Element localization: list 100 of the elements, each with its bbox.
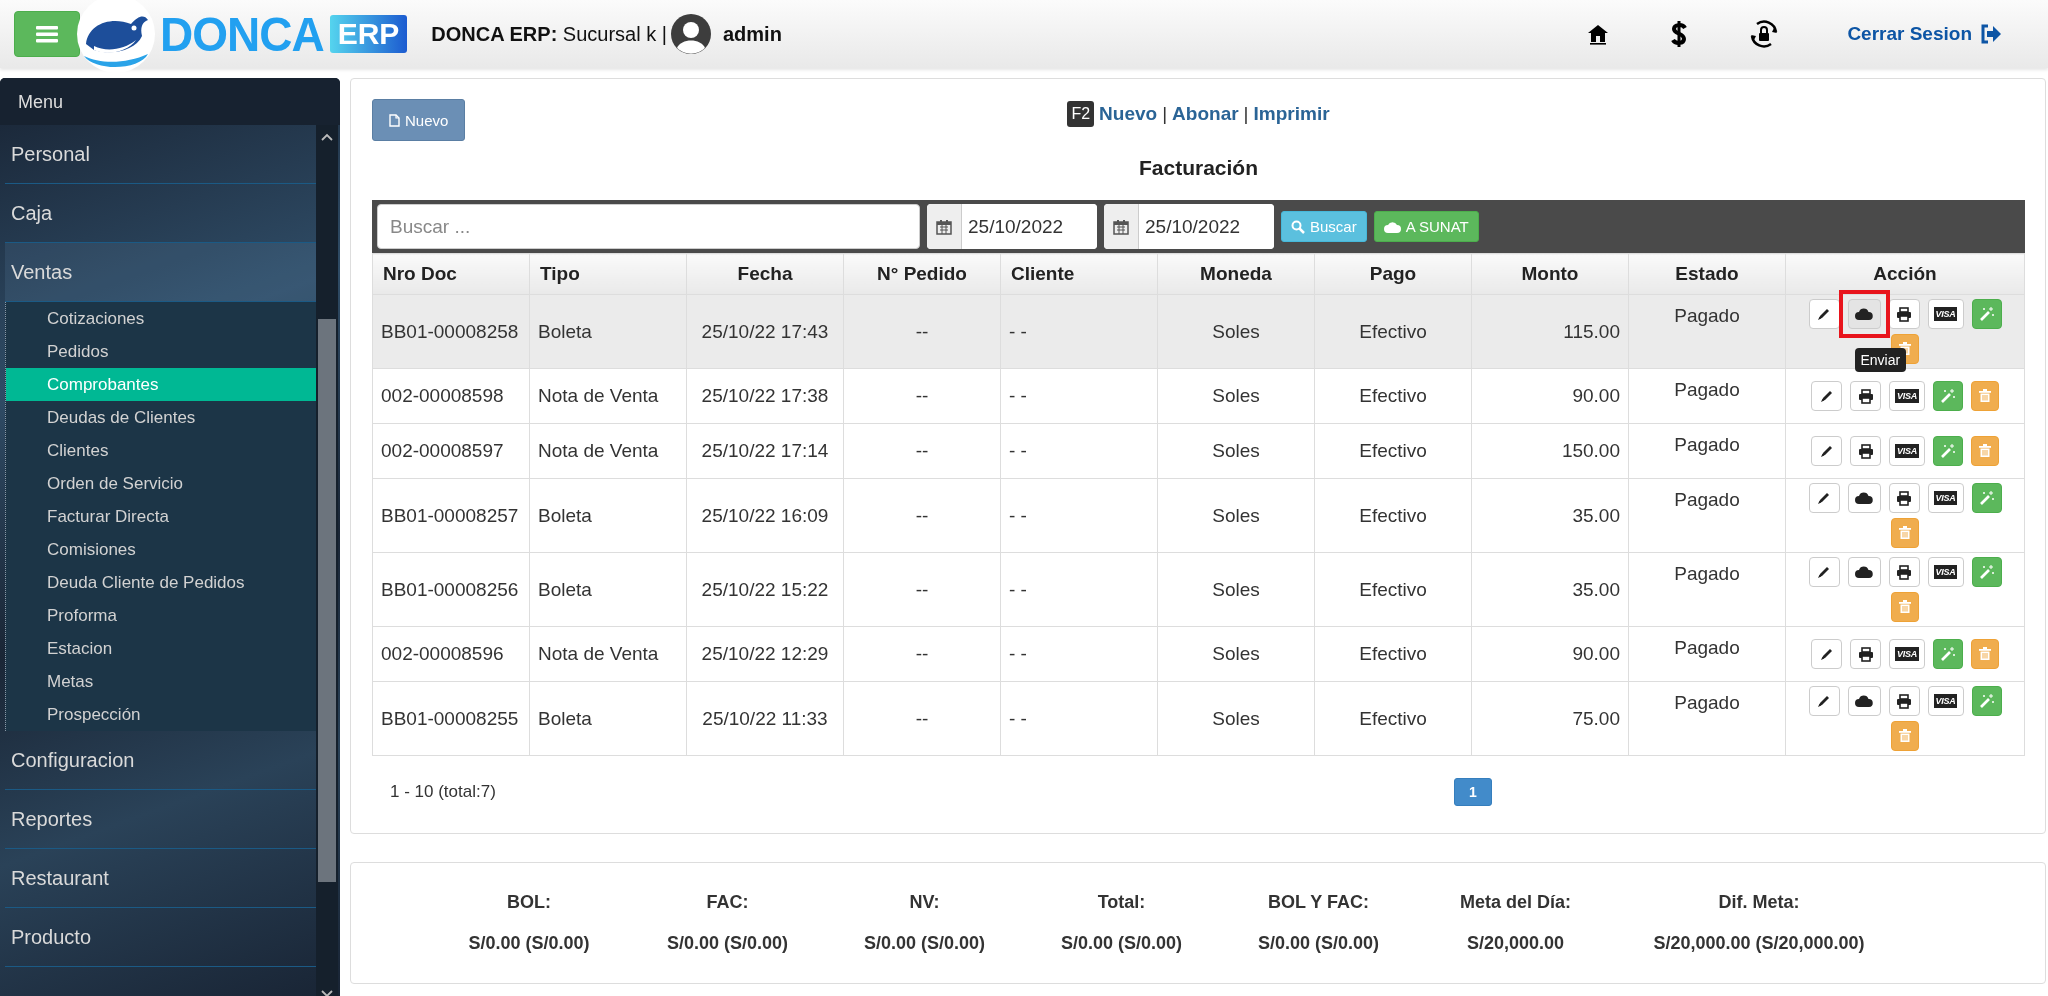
table-cell: 35.00 xyxy=(1471,478,1629,553)
table-cell: Efectivo xyxy=(1314,478,1472,553)
page-title: Facturación xyxy=(1138,156,1259,180)
column-header: Moneda xyxy=(1157,253,1315,295)
scroll-down-icon[interactable] xyxy=(321,990,333,996)
edit-button[interactable] xyxy=(1808,299,1840,329)
table-cell: 90.00 xyxy=(1471,368,1629,424)
edit-button[interactable] xyxy=(1811,436,1842,466)
card-button[interactable]: VISA xyxy=(1889,436,1925,466)
logout-link[interactable]: Cerrar Sesion xyxy=(1847,23,2002,45)
edit-button[interactable] xyxy=(1808,686,1840,716)
table-cell: - - xyxy=(1000,368,1158,424)
print-button[interactable] xyxy=(1888,483,1920,513)
scroll-up-icon[interactable] xyxy=(321,133,333,141)
print-button[interactable] xyxy=(1850,381,1881,411)
table-cell: 25/10/22 12:29 xyxy=(686,626,844,682)
submenu-item[interactable]: Facturar Directa xyxy=(6,500,316,533)
submenu-item[interactable]: Orden de Servicio xyxy=(6,467,316,500)
submenu-item[interactable]: Proforma xyxy=(6,599,316,632)
scrollbar-thumb[interactable] xyxy=(318,319,336,882)
table-cell: 002-00008598 xyxy=(372,368,530,424)
cloud-icon xyxy=(1855,566,1873,578)
print-button[interactable] xyxy=(1888,299,1920,329)
table-cell: 150.00 xyxy=(1471,423,1629,479)
table-cell: -- xyxy=(843,552,1001,627)
shortcut-link[interactable]: Imprimir xyxy=(1253,103,1330,125)
table-cell: Soles xyxy=(1157,552,1315,627)
submenu-item[interactable]: Deudas de Clientes xyxy=(6,401,316,434)
submenu-item[interactable]: Deuda Cliente de Pedidos xyxy=(6,566,316,599)
printer-icon xyxy=(1857,646,1874,662)
table-cell: Nota de Venta xyxy=(529,626,687,682)
submenu-item[interactable]: Estacion xyxy=(6,632,316,665)
print-button[interactable] xyxy=(1850,436,1881,466)
submenu-item[interactable]: Comisiones xyxy=(6,533,316,566)
send-button[interactable] xyxy=(1847,483,1881,513)
summary-label: BOL: xyxy=(506,892,552,913)
table-cell: Soles xyxy=(1157,681,1315,756)
dollar-icon[interactable] xyxy=(1671,21,1688,47)
menu-item[interactable]: Ventas xyxy=(5,243,316,302)
logout-icon xyxy=(1980,24,2002,44)
page-button[interactable]: 1 xyxy=(1454,778,1492,806)
card-button[interactable]: VISA xyxy=(1889,381,1925,411)
table-cell: Pagado xyxy=(1628,626,1786,682)
magic-button[interactable] xyxy=(1971,686,2002,716)
menu-icon xyxy=(36,25,58,43)
send-button[interactable] xyxy=(1847,686,1881,716)
home-icon[interactable] xyxy=(1587,23,1610,45)
edit-button[interactable] xyxy=(1811,381,1842,411)
date-field[interactable]: 25/10/2022 xyxy=(927,204,1097,249)
trash-icon xyxy=(1899,729,1911,743)
summary-value: S/20,000.00 xyxy=(1465,933,1566,954)
summary-value: S/0.00 (S/0.00) xyxy=(467,933,591,954)
print-button[interactable] xyxy=(1888,557,1920,587)
column-header: Fecha xyxy=(686,253,844,295)
submenu-item[interactable]: Pedidos xyxy=(6,335,316,368)
table-cell: -- xyxy=(843,626,1001,682)
summary-label: BOL Y FAC: xyxy=(1267,892,1370,913)
magic-wand-icon xyxy=(1978,306,1995,322)
lock-refresh-icon[interactable] xyxy=(1749,19,1780,49)
search-field[interactable]: Buscar ... xyxy=(377,204,920,249)
pencil-icon xyxy=(1817,565,1831,579)
magic-button[interactable] xyxy=(1971,557,2002,587)
shortcut-link[interactable]: Abonar xyxy=(1172,103,1239,125)
date-field[interactable]: 25/10/2022 xyxy=(1104,204,1274,249)
card-button[interactable]: VISA xyxy=(1927,557,1964,587)
summary-value: S/0.00 (S/0.00) xyxy=(1059,933,1184,954)
send-button[interactable] xyxy=(1847,299,1881,329)
magic-button[interactable] xyxy=(1933,381,1963,411)
menu-button[interactable] xyxy=(14,11,80,57)
shortcut-link[interactable]: Nuevo xyxy=(1099,103,1158,125)
shortcut-key: F2 xyxy=(1067,101,1095,127)
column-header: N° Pedido xyxy=(843,253,1001,295)
send-button[interactable] xyxy=(1847,557,1881,587)
submenu-item[interactable]: Metas xyxy=(6,665,316,698)
table-cell: Efectivo xyxy=(1314,626,1472,682)
table-cell: Pagado xyxy=(1628,423,1786,479)
print-button[interactable] xyxy=(1850,639,1881,669)
table-cell: Boleta xyxy=(529,294,687,369)
scrollbar[interactable] xyxy=(316,125,338,996)
card-button[interactable]: VISA xyxy=(1927,483,1964,513)
cloud-icon xyxy=(1855,308,1873,320)
table-cell: Efectivo xyxy=(1314,552,1472,627)
card-button[interactable]: VISA xyxy=(1927,299,1964,329)
print-button[interactable] xyxy=(1888,686,1920,716)
magic-button[interactable] xyxy=(1971,483,2002,513)
printer-icon xyxy=(1857,443,1874,459)
edit-button[interactable] xyxy=(1808,483,1840,513)
submenu-item[interactable]: Clientes xyxy=(6,434,316,467)
magic-button[interactable] xyxy=(1933,436,1963,466)
edit-button[interactable] xyxy=(1811,639,1842,669)
submenu-item[interactable]: Prospección xyxy=(6,698,316,731)
column-header: Nro Doc xyxy=(372,253,530,295)
edit-button[interactable] xyxy=(1808,557,1840,587)
card-button[interactable]: VISA xyxy=(1889,639,1925,669)
magic-button[interactable] xyxy=(1933,639,1963,669)
card-button[interactable]: VISA xyxy=(1927,686,1964,716)
table-cell: 115.00 xyxy=(1471,294,1629,369)
trash-icon xyxy=(1979,647,1991,661)
magic-button[interactable] xyxy=(1971,299,2002,329)
submenu-item[interactable]: Cotizaciones xyxy=(6,302,316,335)
